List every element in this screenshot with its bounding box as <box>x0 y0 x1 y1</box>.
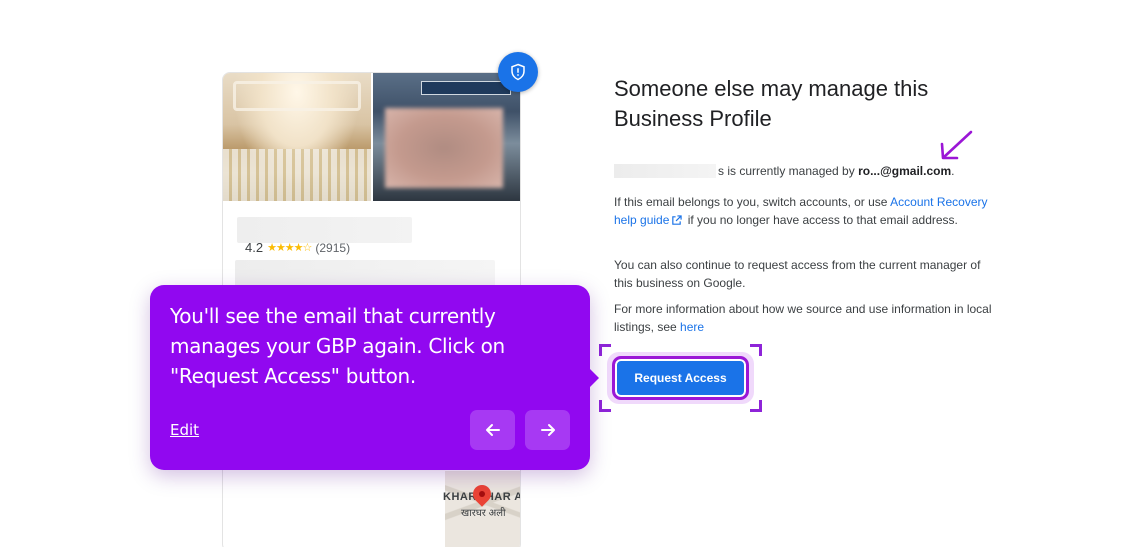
frame-corner <box>750 400 762 412</box>
next-step-button[interactable] <box>525 410 570 450</box>
recovery-text-a: If this email belongs to you, switch acc… <box>614 195 891 209</box>
manager-email: ro...@gmail.com <box>858 164 952 178</box>
photo-detail <box>223 149 371 201</box>
here-link[interactable]: here <box>680 320 704 334</box>
frame-corner <box>599 400 611 412</box>
storefront-photo[interactable] <box>373 73 520 201</box>
managed-by-text: s is currently managed by <box>718 164 855 178</box>
arrow-right-icon <box>540 424 555 436</box>
request-access-button[interactable]: Request Access <box>612 356 749 400</box>
frame-corner <box>750 344 762 356</box>
recovery-paragraph: If this email belongs to you, switch acc… <box>614 194 994 229</box>
frame-corner <box>599 344 611 356</box>
guide-tooltip: You'll see the email that currently mana… <box>150 285 599 470</box>
external-link-icon <box>672 214 683 225</box>
annotation-arrow-icon <box>940 130 973 160</box>
recovery-text-b: if you no longer have access to that ema… <box>684 212 958 227</box>
arrow-left-icon <box>485 424 500 436</box>
star-rating-icon: ★★★★☆ <box>267 242 312 254</box>
ownership-info-panel: Someone else may manage this Business Pr… <box>614 74 1004 334</box>
review-count[interactable]: (2915) <box>315 241 350 255</box>
highlight-frame: Request Access <box>599 344 762 412</box>
venue-hall-photo[interactable] <box>223 73 371 201</box>
blurred-business-name <box>614 164 716 178</box>
map-label-local: खारघर अली <box>461 508 506 519</box>
photo-detail <box>233 81 361 111</box>
rating-value: 4.2 <box>245 240 264 255</box>
managed-by-line: s is currently managed by ro...@gmail.co… <box>614 164 954 178</box>
blurred-region <box>385 108 503 188</box>
rating-row: 4.2 ★★★★☆ (2915) <box>245 240 350 255</box>
request-access-paragraph: You can also continue to request access … <box>614 258 981 290</box>
edit-link[interactable]: Edit <box>170 421 199 439</box>
photo-detail <box>421 81 511 95</box>
more-info-paragraph: For more information about how we source… <box>614 301 994 336</box>
previous-step-button[interactable] <box>470 410 515 450</box>
map-thumbnail[interactable]: KHARGHAR ALI खारघर अली <box>443 471 520 547</box>
managed-period: . <box>951 164 955 178</box>
shield-icon <box>498 52 538 92</box>
more-info-text: For more information about how we source… <box>614 302 992 334</box>
page-title: Someone else may manage this Business Pr… <box>614 76 929 131</box>
tooltip-text: You'll see the email that currently mana… <box>170 304 505 388</box>
